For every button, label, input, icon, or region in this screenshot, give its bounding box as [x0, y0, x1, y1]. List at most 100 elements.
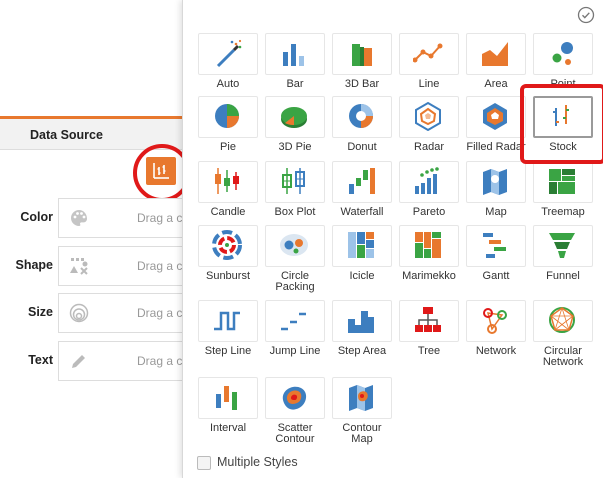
chart-type-label: Circle Packing	[275, 270, 315, 293]
chart-type-tile-box[interactable]	[198, 33, 258, 75]
chart-type-interval[interactable]: Interval	[198, 377, 258, 434]
chart-type-tree[interactable]: Tree	[399, 300, 459, 357]
chart-type-tile-box[interactable]	[265, 161, 325, 203]
chart-type-filled-radar[interactable]: Filled Radar	[466, 96, 526, 153]
chart-type-tile-box[interactable]	[466, 33, 526, 75]
chart-type-tile-box[interactable]	[399, 96, 459, 138]
chart-type-gantt[interactable]: Gantt	[466, 225, 526, 282]
chart-type-radar[interactable]: Radar	[399, 96, 459, 153]
chart-type-waterfall[interactable]: Waterfall	[332, 161, 392, 218]
chart-type-label: Icicle	[349, 270, 375, 282]
chart-type-tile-box[interactable]	[466, 225, 526, 267]
chart-type-tile-box[interactable]	[198, 377, 258, 419]
scatter-contour-icon	[282, 386, 307, 410]
chart-type-tile-box[interactable]	[332, 161, 392, 203]
chart-type-tile-box[interactable]	[466, 161, 526, 203]
chart-type-treemap[interactable]: Treemap	[533, 161, 593, 218]
chart-type-sunburst[interactable]: Sunburst	[198, 225, 258, 282]
chart-type-line[interactable]: Line	[399, 33, 459, 90]
size-drop-hint: Drag a c	[137, 306, 183, 320]
chart-type-circular-network[interactable]: Circular Network	[533, 300, 593, 368]
chart-type-tile-box[interactable]	[533, 225, 593, 267]
text-binding-row: Text Drag a c	[0, 341, 191, 381]
chart-type-tile-box[interactable]	[332, 225, 392, 267]
chart-type-circle-packing[interactable]: Circle Packing	[265, 225, 325, 293]
chart-type-tile-box[interactable]	[265, 300, 325, 342]
chart-type-contour-map[interactable]: Contour Map	[332, 377, 392, 445]
chart-type-tile-box[interactable]	[332, 300, 392, 342]
chart-type-tile-box[interactable]	[533, 300, 593, 342]
chart-type-label: Pareto	[412, 206, 446, 218]
chart-type-step-area[interactable]: Step Area	[332, 300, 392, 357]
chart-type-tile-box[interactable]	[332, 377, 392, 419]
chart-type-candle[interactable]: Candle	[198, 161, 258, 218]
chart-type-funnel[interactable]: Funnel	[533, 225, 593, 282]
chart-type-tile-box[interactable]	[533, 96, 593, 138]
size-icon	[69, 303, 89, 323]
chart-type-tile-box[interactable]	[533, 161, 593, 203]
chart-type-tile-box[interactable]	[533, 33, 593, 75]
size-label: Size	[27, 305, 53, 319]
chart-type-scatter-contour[interactable]: Scatter Contour	[265, 377, 325, 445]
chart-type-label: Radar	[414, 141, 444, 153]
chart-type-jump-line[interactable]: Jump Line	[265, 300, 325, 357]
chart-type-tile-box[interactable]	[332, 33, 392, 75]
text-drop-zone[interactable]: Drag a c	[58, 341, 191, 381]
candle-icon	[215, 168, 239, 194]
chart-type-label: Box Plot	[274, 206, 316, 218]
chart-type-3d-bar[interactable]: 3D Bar	[332, 33, 392, 90]
chart-type-tile-box[interactable]	[198, 161, 258, 203]
chart-type-3d-pie[interactable]: 3D Pie	[265, 96, 325, 153]
color-drop-zone[interactable]: Drag a c	[58, 198, 191, 238]
box-plot-icon	[282, 168, 305, 194]
chart-type-icicle[interactable]: Icicle	[332, 225, 392, 282]
shapes-icon	[70, 258, 88, 275]
chart-type-donut[interactable]: Donut	[332, 96, 392, 153]
network-icon	[483, 308, 507, 334]
area-icon	[482, 42, 508, 66]
chart-type-bar[interactable]: Bar	[265, 33, 325, 90]
apply-check-icon[interactable]	[577, 6, 595, 24]
color-drop-hint: Drag a c	[137, 211, 183, 225]
chart-type-point[interactable]: Point	[533, 33, 593, 90]
stock-icon	[553, 105, 569, 126]
chart-type-network[interactable]: Network	[466, 300, 526, 357]
chart-type-tile-box[interactable]	[399, 33, 459, 75]
chart-type-auto[interactable]: Auto	[198, 33, 258, 90]
gantt-icon	[483, 233, 506, 258]
chart-type-tile-box[interactable]	[265, 33, 325, 75]
chart-type-tile-box[interactable]	[265, 225, 325, 267]
chart-type-tile-box[interactable]	[399, 161, 459, 203]
pencil-icon	[72, 355, 85, 368]
chart-type-pareto[interactable]: Pareto	[399, 161, 459, 218]
chart-type-marimekko[interactable]: Marimekko	[399, 225, 459, 282]
chart-type-label: Step Area	[337, 345, 387, 357]
chart-type-button[interactable]	[146, 157, 176, 185]
tab-data-source[interactable]: Data Source	[0, 119, 190, 150]
chart-type-tile-box[interactable]	[198, 300, 258, 342]
chart-type-tile-box[interactable]	[265, 377, 325, 419]
filled-radar-icon	[483, 103, 507, 130]
chart-type-map[interactable]: Map	[466, 161, 526, 218]
tree-icon	[415, 307, 441, 332]
size-drop-zone[interactable]: Drag a c	[58, 293, 191, 333]
chart-type-stock[interactable]: Stock	[533, 96, 593, 153]
chart-type-tile-box[interactable]	[332, 96, 392, 138]
multiple-styles-checkbox[interactable]	[197, 456, 211, 470]
chart-type-pie[interactable]: Pie	[198, 96, 258, 153]
chart-type-tile-box[interactable]	[466, 300, 526, 342]
text-drop-hint: Drag a c	[137, 354, 183, 368]
chart-type-label: Network	[475, 345, 517, 357]
shape-drop-zone[interactable]: Drag a c	[58, 246, 191, 286]
chart-type-tile-box[interactable]	[399, 300, 459, 342]
chart-type-tile-box[interactable]	[399, 225, 459, 267]
chart-type-tile-box[interactable]	[265, 96, 325, 138]
chart-type-area[interactable]: Area	[466, 33, 526, 90]
chart-type-tile-box[interactable]	[198, 96, 258, 138]
line-icon	[413, 43, 443, 63]
chart-type-tile-box[interactable]	[198, 225, 258, 267]
chart-type-tile-box[interactable]	[466, 96, 526, 138]
chart-type-step-line[interactable]: Step Line	[198, 300, 258, 357]
chart-type-box-plot[interactable]: Box Plot	[265, 161, 325, 218]
chart-type-label: Filled Radar	[466, 141, 526, 153]
